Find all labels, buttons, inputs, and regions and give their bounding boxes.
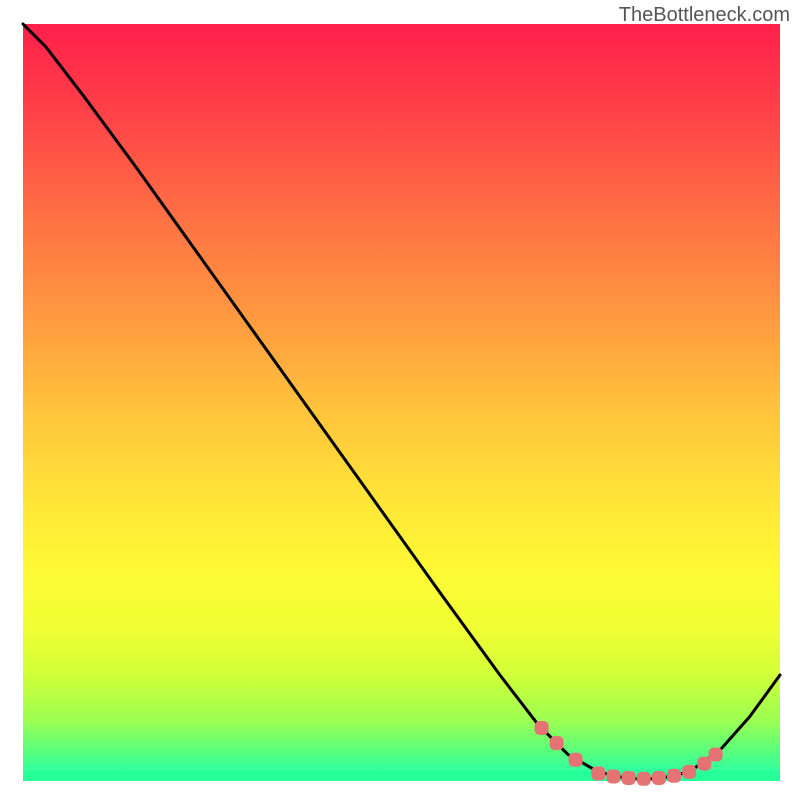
chart-svg — [0, 0, 800, 800]
attribution-label: TheBottleneck.com — [619, 4, 790, 27]
bottleneck-chart: TheBottleneck.com — [0, 0, 800, 800]
